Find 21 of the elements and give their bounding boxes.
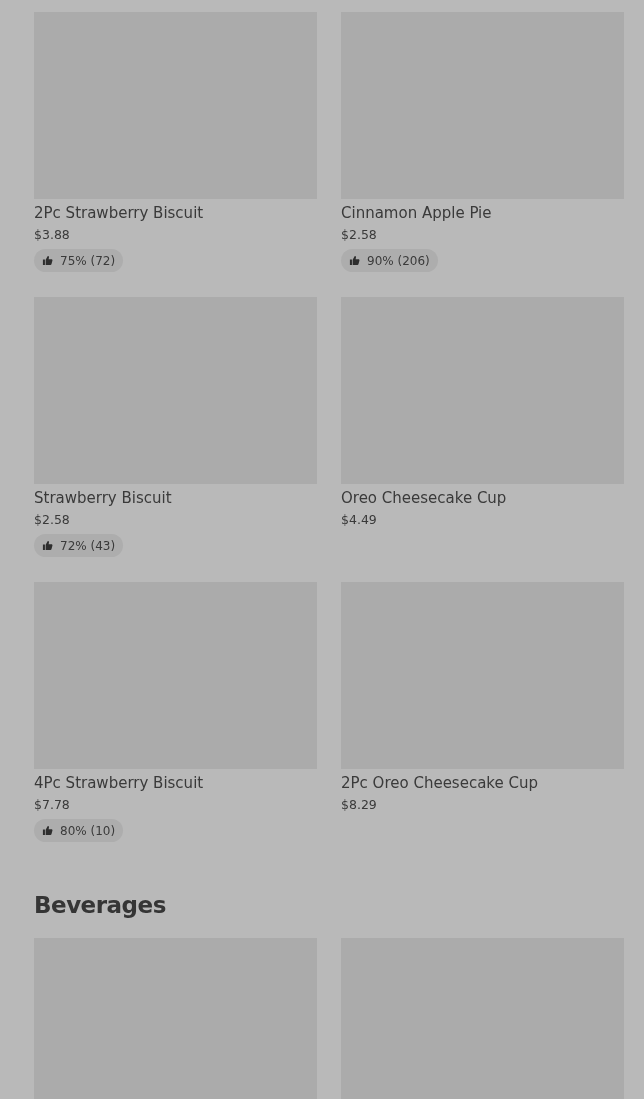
rating-badge: 80% (10): [34, 819, 124, 842]
item-name: Oreo Cheesecake Cup: [341, 488, 507, 509]
item-price: $2.58: [34, 511, 70, 529]
thumbs-up-icon: [349, 255, 360, 266]
item-price: $4.49: [341, 511, 377, 529]
rating-badge: 90% (206): [341, 249, 438, 272]
item-price: $7.78: [34, 796, 70, 814]
rating-badge: 72% (43): [34, 534, 124, 557]
item-name: 2Pc Oreo Cheesecake Cup: [341, 773, 538, 794]
item-name: 2Pc Strawberry Biscuit: [34, 203, 204, 224]
item-name: Cinnamon Apple Pie: [341, 203, 492, 224]
thumbs-up-icon: [42, 540, 53, 551]
item-name: Strawberry Biscuit: [34, 488, 172, 509]
item-price: $2.58: [341, 226, 377, 244]
thumbs-up-icon: [42, 255, 53, 266]
thumbs-up-icon: [42, 825, 53, 836]
section-heading: Beverages: [34, 891, 167, 920]
item-name: 4Pc Strawberry Biscuit: [34, 773, 204, 794]
item-price: $8.29: [341, 796, 377, 814]
item-price: $3.88: [34, 226, 70, 244]
rating-badge: 75% (72): [34, 249, 124, 272]
